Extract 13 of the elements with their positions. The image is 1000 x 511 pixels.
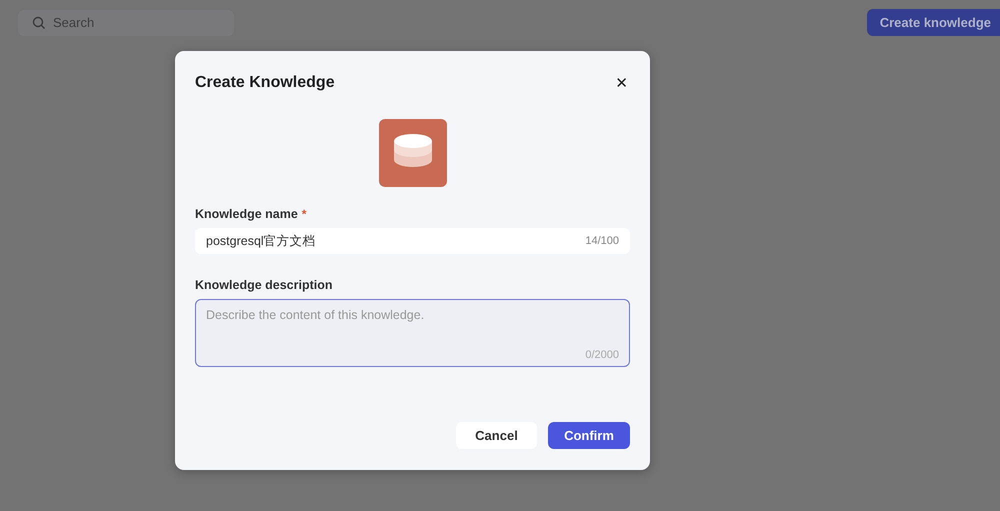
field-label: Knowledge description — [195, 278, 333, 292]
dialog-title: Create Knowledge — [195, 74, 335, 92]
create-knowledge-button[interactable]: Create knowledge — [866, 9, 1000, 36]
database-icon — [378, 119, 446, 187]
required-mark: * — [302, 207, 306, 221]
field-label: Knowledge name — [195, 207, 298, 221]
search-field[interactable]: Search — [18, 10, 234, 36]
close-button[interactable]: ✕ — [613, 74, 630, 92]
character-counter: 0/2000 — [585, 349, 619, 361]
confirm-button[interactable]: Confirm — [548, 422, 630, 449]
name-input[interactable]: postgresql官方文档 14/100 — [195, 228, 630, 254]
character-counter: 14/100 — [585, 235, 619, 247]
cancel-button[interactable]: Cancel — [456, 422, 537, 449]
